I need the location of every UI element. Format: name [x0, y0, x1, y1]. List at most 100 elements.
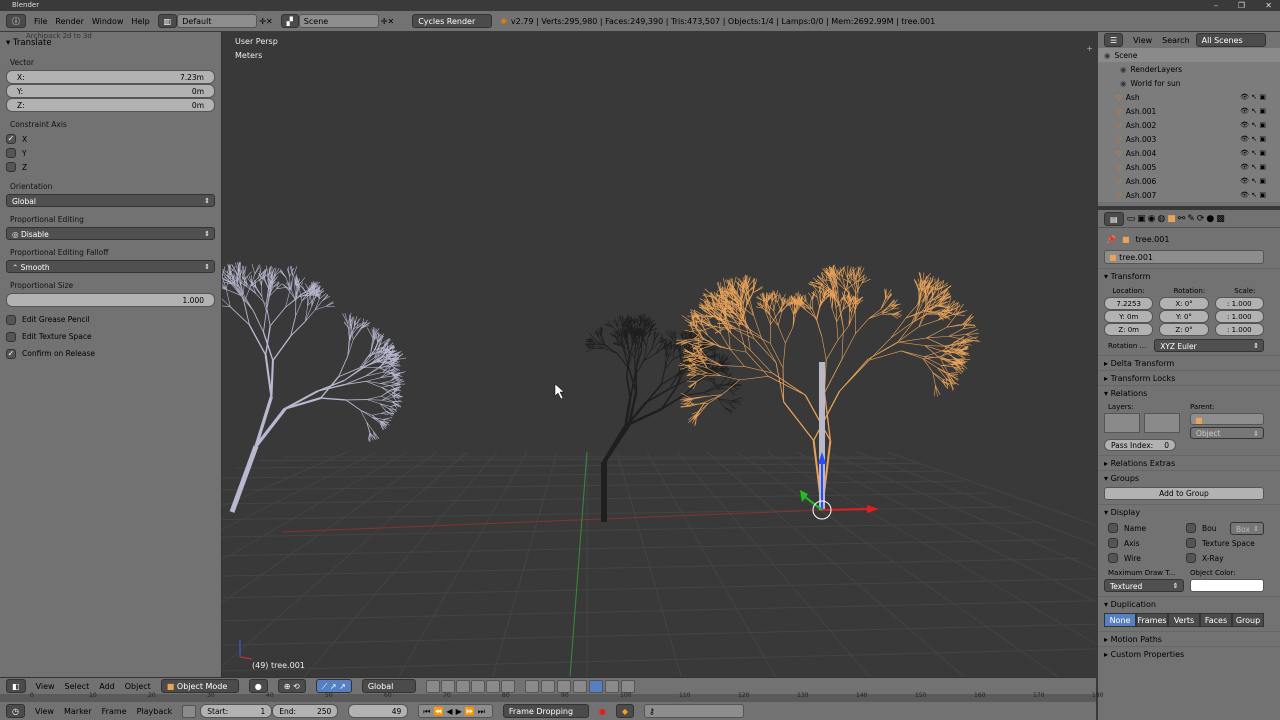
location-field[interactable]: 7.2253: [1104, 297, 1154, 310]
visibility-icons[interactable]: 👁 ↖ ▣: [1240, 191, 1280, 199]
screen-layout-icon[interactable]: ▥: [157, 14, 178, 28]
mode-dropdown[interactable]: ■ Object Mode: [160, 679, 239, 693]
scale-field[interactable]: : 1.000: [1214, 323, 1264, 336]
editor-type-icon[interactable]: ◷: [6, 704, 25, 718]
outliner-item[interactable]: ▽ Ash.002 👁 ↖ ▣: [1098, 118, 1280, 132]
viewport-scene[interactable]: [222, 32, 1096, 677]
display-option-checkbox[interactable]: Name: [1108, 521, 1186, 535]
outliner-item[interactable]: ▽ Ash.004 👁 ↖ ▣: [1098, 146, 1280, 160]
tree-left[interactable]: [222, 261, 407, 513]
pass-index-field[interactable]: Pass Index: 0: [1104, 439, 1176, 451]
scene-icon[interactable]: ▞: [280, 14, 299, 28]
minimize-button[interactable]: –: [1214, 0, 1218, 11]
add-layout-icon[interactable]: ✛✕: [259, 17, 272, 26]
delta-transform-panel-header[interactable]: ▸ Delta Transform: [1098, 355, 1280, 370]
context-tabs-icon[interactable]: ▭▣◉◍■⚯✎⟳●▩: [1127, 214, 1227, 224]
rotation-field[interactable]: X: 0°: [1159, 297, 1209, 310]
menu-view[interactable]: View: [35, 707, 54, 716]
outliner-item[interactable]: ▽ Ash.007 👁 ↖ ▣: [1098, 188, 1280, 202]
keying-set-field[interactable]: ⚷: [644, 704, 745, 718]
display-option-checkbox[interactable]: Axis: [1108, 536, 1186, 550]
timeline-ruler[interactable]: 0 10 20 30 40 50 60 70 80 90 100 110 120 130 140 150 160…: [0, 692, 1103, 702]
panel-title[interactable]: ▾ Translate: [6, 38, 215, 50]
transform-panel-header[interactable]: ▾ Transform: [1098, 268, 1280, 283]
transform-gizmo[interactable]: [800, 452, 879, 520]
menu-add[interactable]: Add: [99, 682, 115, 691]
layer-buttons[interactable]: [425, 679, 515, 693]
duplication-none-button[interactable]: None: [1104, 613, 1136, 627]
relations-extras-panel-header[interactable]: ▸ Relations Extras: [1098, 455, 1280, 470]
motion-paths-panel-header[interactable]: ▸ Motion Paths: [1098, 631, 1280, 646]
menu-help[interactable]: Help: [131, 17, 149, 26]
display-mode-dropdown[interactable]: All Scenes: [1195, 33, 1266, 47]
duplication-group-button[interactable]: Group: [1232, 613, 1264, 627]
scene-field[interactable]: Scene: [298, 14, 379, 28]
menu-playback[interactable]: Playback: [137, 707, 173, 716]
pin-icon[interactable]: 📌: [1106, 235, 1116, 244]
outliner-item[interactable]: ◉ Scene: [1098, 48, 1280, 62]
menu-view[interactable]: View: [36, 682, 55, 691]
parent-type-dropdown[interactable]: Object: [1190, 427, 1264, 440]
outliner-item[interactable]: ▽ Ash.001 👁 ↖ ▣: [1098, 104, 1280, 118]
orientation-dropdown[interactable]: Global: [6, 194, 215, 208]
menu-select[interactable]: Select: [65, 682, 90, 691]
pivot-dropdown[interactable]: ⊕ ⟲: [277, 679, 306, 693]
falloff-dropdown[interactable]: ⌃ Smooth: [6, 260, 215, 274]
display-option-checkbox[interactable]: X-Ray: [1186, 551, 1264, 565]
outliner-item[interactable]: ◉ RenderLayers: [1098, 62, 1280, 76]
duplication-panel-header[interactable]: ▾ Duplication: [1098, 596, 1280, 611]
location-field[interactable]: Y: 0m: [1104, 310, 1154, 323]
sync-mode-dropdown[interactable]: Frame Dropping: [502, 704, 589, 718]
vector-z-field[interactable]: Z: 0m: [6, 98, 215, 112]
proportional-size-field[interactable]: 1.000: [6, 293, 215, 307]
keying-dropdown[interactable]: ◆: [615, 704, 635, 718]
scale-field[interactable]: : 1.000: [1214, 297, 1264, 310]
menu-marker[interactable]: Marker: [64, 707, 92, 716]
editor-type-icon[interactable]: ◧: [6, 679, 26, 693]
end-frame-field[interactable]: End: 250: [272, 704, 339, 718]
constraint-y-checkbox[interactable]: Y: [6, 146, 215, 160]
render-engine-dropdown[interactable]: Cycles Render: [412, 14, 493, 28]
confirm-on-release-checkbox[interactable]: ✓ Confirm on Release: [6, 345, 215, 362]
display-option-checkbox[interactable]: Wire: [1108, 551, 1186, 565]
visibility-icons[interactable]: 👁 ↖ ▣: [1240, 121, 1280, 129]
playback-controls[interactable]: ⏮⏪◀▶⏩⏭: [418, 704, 493, 718]
menu-window[interactable]: Window: [92, 17, 124, 26]
visibility-icons[interactable]: 👁 ↖ ▣: [1240, 107, 1280, 115]
editor-type-icon[interactable]: ☰: [1104, 33, 1124, 47]
add-scene-icon[interactable]: ✛✕: [381, 17, 394, 26]
groups-panel-header[interactable]: ▾ Groups: [1098, 470, 1280, 485]
viewport-shading-dropdown[interactable]: ●: [248, 679, 268, 693]
menu-file[interactable]: File: [34, 17, 47, 26]
outliner-item[interactable]: ▽ Ash.003 👁 ↖ ▣: [1098, 132, 1280, 146]
vector-y-field[interactable]: Y: 0m: [6, 84, 215, 98]
visibility-icons[interactable]: 👁 ↖ ▣: [1240, 135, 1280, 143]
record-button[interactable]: ●: [599, 707, 606, 716]
add-to-group-button[interactable]: Add to Group: [1104, 487, 1264, 500]
visibility-icons[interactable]: 👁 ↖ ▣: [1240, 149, 1280, 157]
transform-orientation-dropdown[interactable]: Global: [361, 679, 416, 693]
layout-field[interactable]: Default: [177, 14, 258, 28]
display-panel-header[interactable]: ▾ Display: [1098, 504, 1280, 519]
transform-locks-panel-header[interactable]: ▸ Transform Locks: [1098, 370, 1280, 385]
menu-render[interactable]: Render: [55, 17, 83, 26]
outliner-item[interactable]: ▽ Ash.005 👁 ↖ ▣: [1098, 160, 1280, 174]
layers-grid[interactable]: [1104, 413, 1140, 433]
duplication-frames-button[interactable]: Frames: [1136, 613, 1168, 627]
layers-grid[interactable]: [1144, 413, 1180, 433]
snapping-tools[interactable]: [524, 679, 635, 693]
menu-object[interactable]: Object: [125, 682, 151, 691]
outliner-item[interactable]: ◉ World for sun: [1098, 76, 1280, 90]
proportional-editing-dropdown[interactable]: ◎ Disable: [6, 227, 215, 241]
maximize-button[interactable]: ❐: [1238, 0, 1245, 11]
location-field[interactable]: Z: 0m: [1104, 323, 1154, 336]
edit-grease-pencil-checkbox[interactable]: Edit Grease Pencil: [6, 311, 215, 328]
preview-range-icon[interactable]: [182, 704, 197, 718]
custom-properties-panel-header[interactable]: ▸ Custom Properties: [1098, 646, 1280, 661]
editor-type-icon[interactable]: ▤: [1104, 211, 1124, 226]
rotation-field[interactable]: Z: 0°: [1159, 323, 1209, 336]
duplication-faces-button[interactable]: Faces: [1200, 613, 1232, 627]
rotation-field[interactable]: Y: 0°: [1159, 310, 1209, 323]
n-panel-toggle-icon[interactable]: +: [1086, 44, 1093, 53]
constraint-z-checkbox[interactable]: Z: [6, 160, 215, 174]
